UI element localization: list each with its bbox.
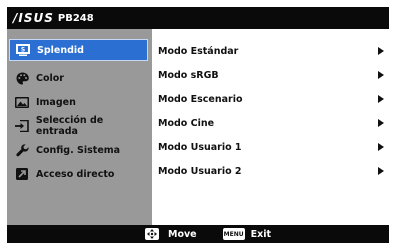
image-icon: [14, 95, 30, 109]
palette-icon: [14, 71, 30, 85]
option-label: Modo Estándar: [158, 45, 239, 57]
option-modo-estandar[interactable]: Modo Estándar: [158, 42, 386, 60]
option-modo-usuario-1[interactable]: Modo Usuario 1: [158, 138, 386, 156]
submenu-arrow-icon: [378, 119, 384, 127]
svg-text:S: S: [21, 47, 25, 54]
submenu-arrow-icon: [378, 71, 384, 79]
shortcut-icon: [14, 167, 30, 181]
sidebar-item-label: Splendid: [37, 44, 84, 56]
model-name: PB248: [57, 12, 94, 24]
submenu-arrow-icon: [378, 143, 384, 151]
option-label: Modo Usuario 2: [158, 165, 242, 177]
move-key-icon: [145, 228, 159, 240]
submenu-arrow-icon: [378, 167, 384, 175]
sidebar-item-label: Imagen: [36, 96, 76, 108]
submenu-arrow-icon: [378, 95, 384, 103]
option-modo-usuario-2[interactable]: Modo Usuario 2: [158, 162, 386, 180]
sidebar-item-color[interactable]: Color: [9, 67, 148, 89]
exit-label: Exit: [250, 228, 272, 240]
wrench-icon: [14, 143, 30, 157]
option-label: Modo Usuario 1: [158, 141, 242, 153]
option-label: Modo Escenario: [158, 93, 243, 105]
footer-bar: Move MENU Exit: [7, 225, 389, 243]
splendid-icon: S: [15, 43, 31, 57]
sidebar-item-label: Config. Sistema: [36, 144, 121, 156]
option-modo-srgb[interactable]: Modo sRGB: [158, 66, 386, 84]
input-select-icon: [14, 119, 30, 133]
sidebar-item-splendid[interactable]: S Splendid: [9, 39, 148, 61]
sidebar-item-system[interactable]: Config. Sistema: [9, 139, 148, 161]
move-label: Move: [168, 228, 197, 240]
options-panel: Modo Estándar Modo sRGB Modo Escenario M…: [152, 29, 389, 225]
sidebar-item-label: Color: [36, 72, 64, 84]
title-bar: /ISUS PB248: [7, 7, 389, 29]
brand-logo: /ISUS: [13, 11, 54, 25]
sidebar-item-input[interactable]: Selección de entrada: [9, 115, 148, 137]
osd-window: /ISUS PB248 S Splendid Color Imagen Sele…: [7, 7, 389, 243]
sidebar-item-label: Selección de entrada: [35, 115, 104, 137]
sidebar-item-label: Acceso directo: [36, 168, 115, 180]
option-label: Modo Cine: [158, 117, 215, 129]
sidebar-item-imagen[interactable]: Imagen: [9, 91, 148, 113]
option-modo-escenario[interactable]: Modo Escenario: [158, 90, 386, 108]
submenu-arrow-icon: [378, 47, 384, 55]
menu-key-icon: MENU: [222, 228, 245, 240]
option-modo-cine[interactable]: Modo Cine: [158, 114, 386, 132]
option-label: Modo sRGB: [158, 69, 219, 81]
sidebar: S Splendid Color Imagen Selección de ent…: [7, 29, 152, 225]
sidebar-item-shortcut[interactable]: Acceso directo: [9, 163, 148, 185]
